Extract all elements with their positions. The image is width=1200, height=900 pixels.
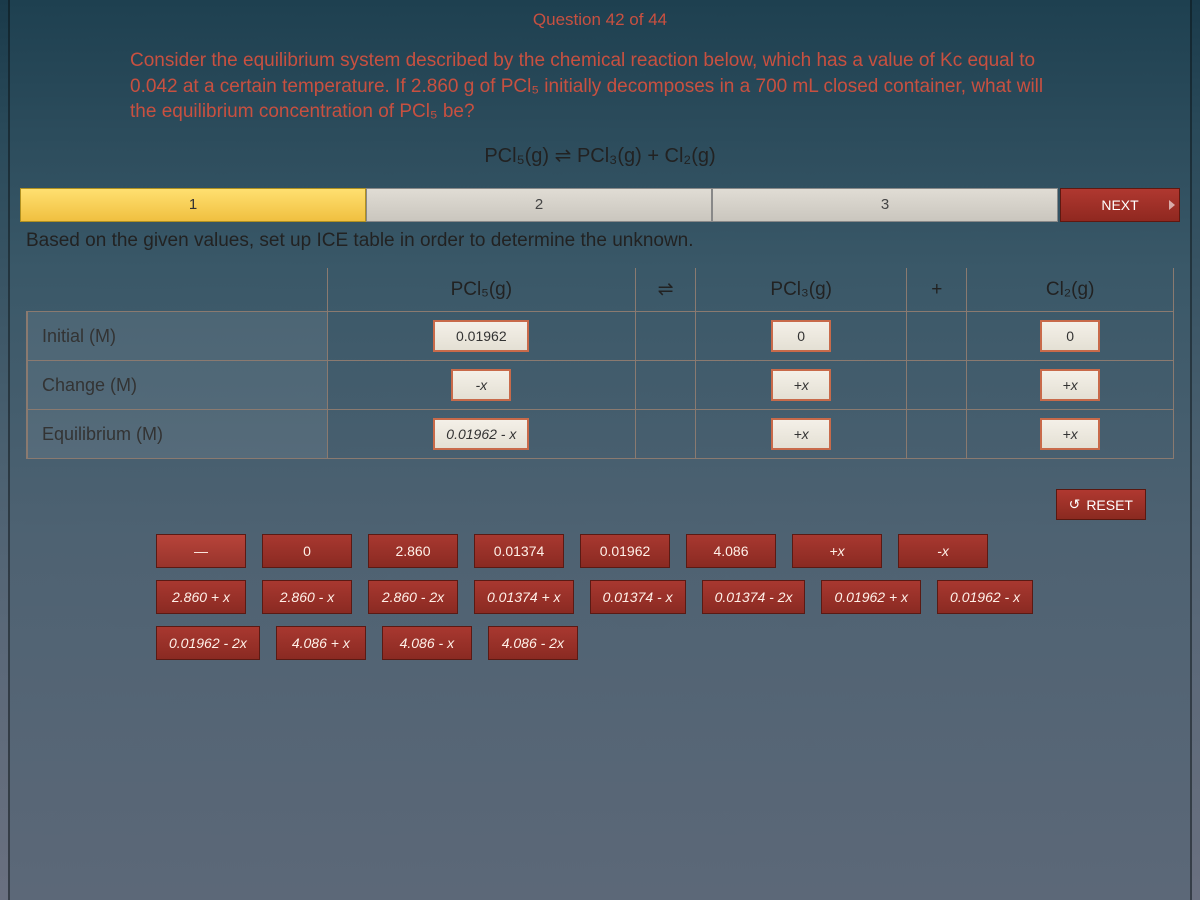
tile[interactable]: 4.086 + x (276, 626, 366, 660)
step-1[interactable]: 1 (20, 188, 366, 222)
dropzone-change-cl2[interactable]: +x (1040, 369, 1100, 401)
question-prompt: Consider the equilibrium system describe… (10, 48, 1190, 135)
question-counter: Question 42 of 44 (10, 0, 1190, 48)
tile[interactable]: 2.860 - 2x (368, 580, 458, 614)
tile[interactable]: — (156, 534, 246, 568)
reaction-equation: PCl₅(g) ⇌ PCl₃(g) + Cl₂(g) (10, 135, 1190, 188)
tile[interactable]: 2.860 - x (262, 580, 352, 614)
ice-table: PCl₅(g) ⇌ PCl₃(g) + Cl₂(g) Initial (M) 0… (26, 268, 1174, 460)
tile[interactable]: 0.01962 - x (937, 580, 1033, 614)
col-pcl5: PCl₅(g) (327, 268, 636, 312)
step-3[interactable]: 3 (712, 188, 1058, 222)
tile[interactable]: 0.01962 (580, 534, 670, 568)
row-equilibrium-label: Equilibrium (M) (27, 410, 327, 459)
answer-bank: RESET — 0 2.860 0.01374 0.01962 4.086 +x… (10, 483, 1190, 680)
dropzone-initial-cl2[interactable]: 0 (1040, 320, 1100, 352)
step-2[interactable]: 2 (366, 188, 712, 222)
dropzone-initial-pcl5[interactable]: 0.01962 (433, 320, 529, 352)
tile-container: — 0 2.860 0.01374 0.01962 4.086 +x -x 2.… (26, 534, 1174, 680)
tile[interactable]: 2.860 (368, 534, 458, 568)
tile[interactable]: 4.086 (686, 534, 776, 568)
step-bar: 1 2 3 NEXT (20, 188, 1180, 222)
tile[interactable]: 0.01962 + x (821, 580, 921, 614)
tile[interactable]: 0.01374 - x (590, 580, 686, 614)
tile[interactable]: 0.01374 - 2x (702, 580, 806, 614)
col-cl2: Cl₂(g) (967, 268, 1174, 312)
dropzone-eq-cl2[interactable]: +x (1040, 418, 1100, 450)
dropzone-eq-pcl3[interactable]: +x (771, 418, 831, 450)
dropzone-eq-pcl5[interactable]: 0.01962 - x (433, 418, 529, 450)
dropzone-initial-pcl3[interactable]: 0 (771, 320, 831, 352)
tile[interactable]: 0.01374 (474, 534, 564, 568)
tile[interactable]: 0.01374 + x (474, 580, 574, 614)
tile[interactable]: 2.860 + x (156, 580, 246, 614)
reset-button[interactable]: RESET (1056, 489, 1146, 520)
next-button[interactable]: NEXT (1060, 188, 1180, 222)
plus-icon: + (907, 268, 967, 312)
tile[interactable]: -x (898, 534, 988, 568)
row-initial-label: Initial (M) (27, 312, 327, 361)
dropzone-change-pcl5[interactable]: -x (451, 369, 511, 401)
tile[interactable]: 4.086 - 2x (488, 626, 578, 660)
tile[interactable]: 4.086 - x (382, 626, 472, 660)
equilibrium-arrow-icon: ⇌ (636, 268, 696, 312)
row-change-label: Change (M) (27, 361, 327, 410)
tile[interactable]: 0.01962 - 2x (156, 626, 260, 660)
tile[interactable]: +x (792, 534, 882, 568)
tile[interactable]: 0 (262, 534, 352, 568)
col-pcl3: PCl₃(g) (696, 268, 907, 312)
dropzone-change-pcl3[interactable]: +x (771, 369, 831, 401)
step-instruction: Based on the given values, set up ICE ta… (10, 230, 1190, 268)
